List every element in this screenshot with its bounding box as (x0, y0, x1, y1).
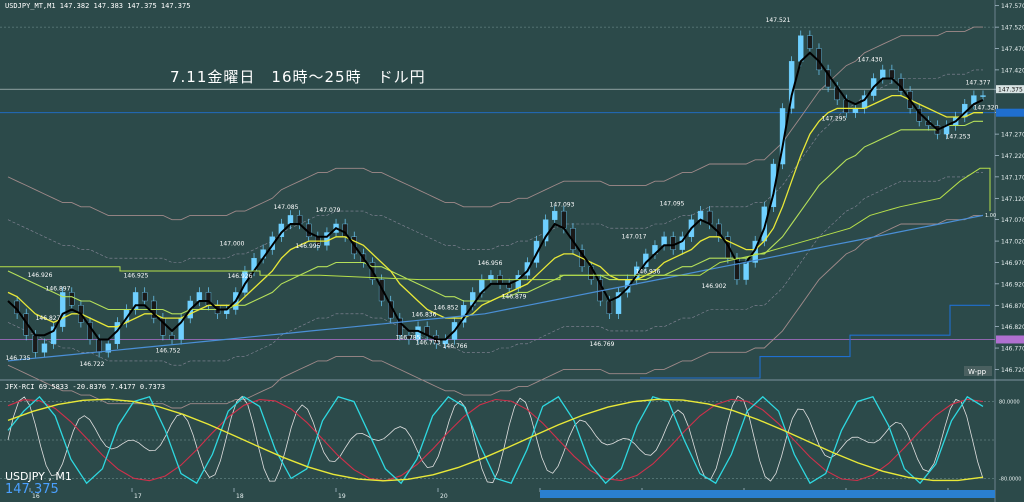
candle-up (661, 236, 667, 246)
candle-down (889, 69, 895, 79)
candle-up (488, 275, 494, 280)
y-tick-label: 147.520 (1001, 25, 1024, 32)
candle-down (807, 35, 813, 49)
candle-up (980, 95, 986, 97)
price-chart: 147.570 147.520 147.470 147.420 147.375 147.3… (0, 0, 1024, 502)
blue-level-tag (996, 108, 1024, 117)
candle-up (59, 292, 66, 327)
y-tick-label: 146.770 (1001, 346, 1024, 353)
candle-down (141, 292, 148, 302)
price-label: 146.879 (502, 293, 527, 300)
y-tick-label: 147.270 (1001, 132, 1024, 139)
candle-up (697, 210, 704, 220)
current-price-large: 147.375 (5, 482, 59, 497)
x-tick-label: 17 (134, 493, 142, 500)
candle-down (606, 300, 613, 315)
price-label: 147.017 (622, 234, 647, 241)
chart-header: USDJPY_MT,M1 147.382 147.383 147.375 147… (5, 2, 191, 10)
price-label: 146.925 (124, 272, 149, 279)
price-label: 147.521 (766, 17, 791, 24)
price-label: 146.956 (478, 260, 503, 267)
x-tick-label: 19 (338, 493, 346, 500)
rci-header: JFX-RCI 69.5833 -20.8376 7.4177 0.7373 (5, 383, 166, 391)
price-label: 147.000 (220, 240, 245, 247)
candle-down (706, 210, 713, 225)
price-label: 147.377 (966, 79, 991, 86)
price-label: 146.995 (296, 243, 321, 250)
candle-down (69, 292, 75, 306)
price-label: 146.936 (636, 269, 661, 276)
candle-up (798, 35, 804, 62)
candle-up (287, 215, 294, 225)
current-price-tag-text: 147.375 (998, 87, 1023, 94)
price-label: 146.773 (416, 340, 441, 347)
candle-down (32, 335, 39, 353)
y-axis-panel (995, 0, 1024, 502)
selected-range-bar (540, 490, 995, 498)
candle-up (552, 210, 558, 220)
candle-up (41, 343, 48, 353)
y-tick-label: 146.920 (1001, 281, 1024, 288)
price-label: 146.735 (6, 355, 31, 362)
price-label: 146.827 (36, 315, 61, 322)
y-tick-label: 147.470 (1001, 46, 1024, 53)
price-label: 147.079 (316, 207, 341, 214)
price-label: 146.766 (443, 343, 468, 350)
y-tick-label: 146.870 (1001, 303, 1024, 310)
chart-annotation: 7.11金曜日 16時～25時 ドル円 (170, 68, 426, 86)
candle-up (196, 292, 203, 302)
candle-down (169, 335, 175, 340)
price-label: 146.752 (156, 347, 181, 354)
price-label: 147.320 (974, 104, 999, 111)
price-label: 146.722 (80, 361, 105, 368)
rci-tick-label: 80.0000 (999, 400, 1020, 406)
price-label: 147.095 (660, 201, 685, 208)
price-label: 146.926 (28, 272, 53, 279)
x-tick-label: 20 (440, 493, 448, 500)
price-label: 146.769 (590, 341, 615, 348)
candle-down (670, 236, 676, 250)
price-label: 146.836 (412, 311, 437, 318)
chart-background (0, 0, 1024, 502)
price-label: 147.093 (550, 201, 575, 208)
wpp-label: W-pp (968, 368, 987, 376)
rci-tick-label: -80.0000 (999, 476, 1021, 482)
y-tick-label: 147.120 (1001, 196, 1024, 203)
scale-one-label: 1.00 (985, 213, 996, 219)
y-tick-label: 147.220 (1001, 153, 1024, 160)
y-tick-label: 147.020 (1001, 239, 1024, 246)
violet-level-tag (996, 335, 1024, 344)
price-label: 147.295 (822, 115, 847, 122)
price-label: 146.852 (434, 305, 459, 312)
candle-up (743, 262, 749, 280)
y-tick-label: 147.570 (1001, 3, 1024, 10)
candle-up (852, 108, 859, 113)
price-label: 147.085 (274, 204, 299, 211)
price-label: 146.897 (46, 285, 71, 292)
candle-up (880, 69, 886, 79)
price-label: 147.430 (858, 56, 883, 63)
y-tick-label: 146.970 (1001, 260, 1024, 267)
y-tick-label: 146.720 (1001, 367, 1024, 374)
y-tick-label: 147.170 (1001, 174, 1024, 181)
candle-down (296, 215, 303, 225)
candle-down (96, 339, 102, 353)
candle-down (561, 210, 567, 229)
price-label: 146.926 (228, 273, 253, 280)
x-tick-label: 18 (236, 493, 244, 500)
y-tick-label: 147.070 (1001, 217, 1024, 224)
y-tick-label: 147.420 (1001, 67, 1024, 74)
y-tick-label: 146.820 (1001, 324, 1024, 331)
price-label: 146.902 (702, 283, 727, 290)
price-label: 147.253 (946, 133, 971, 140)
